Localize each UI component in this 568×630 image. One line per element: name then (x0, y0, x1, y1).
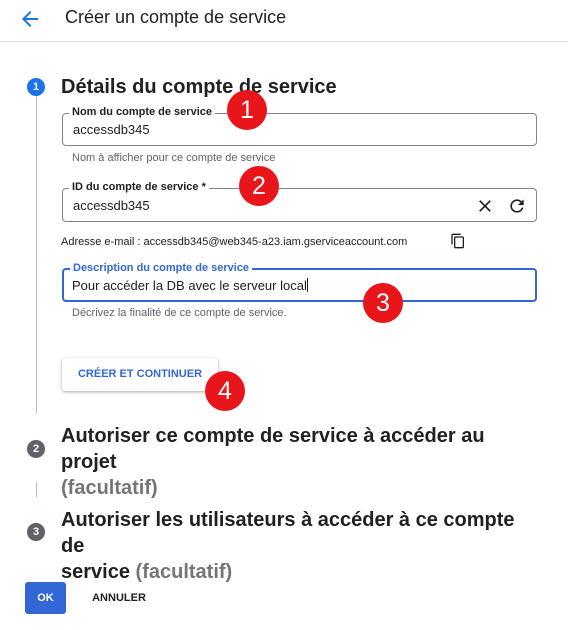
step-3-number: 3 (27, 523, 45, 541)
step-3-title: Autoriser les utilisateurs à accéder à c… (61, 507, 541, 585)
annotation-badge-1: 1 (227, 90, 267, 130)
step-3-title-line2: service (61, 561, 130, 583)
id-field-value: accessdb345 (73, 198, 150, 213)
step-3-optional: (facultatif) (135, 561, 233, 583)
annotation-badge-3: 3 (363, 283, 403, 323)
annotation-badge-2: 2 (239, 166, 279, 206)
description-field[interactable]: Description du compte de service Pour ac… (62, 262, 537, 302)
page-title: Créer un compte de service (65, 7, 287, 27)
stepper-line-2 (36, 482, 37, 497)
stepper-line-1 (36, 96, 37, 413)
ok-button[interactable]: OK (25, 582, 66, 614)
description-field-hint: Décrivez la finalité de ce compte de ser… (72, 307, 287, 319)
name-field[interactable]: Nom du compte de service accessdb345 (62, 106, 537, 146)
name-field-hint: Nom à afficher pour ce compte de service (72, 152, 276, 164)
id-field[interactable]: ID du compte de service * accessdb345 (62, 181, 537, 222)
app-header: Créer un compte de service (0, 0, 568, 42)
email-address: Adresse e-mail : accessdb345@web345-a23.… (61, 236, 408, 248)
description-field-label: Description du compte de service (70, 262, 253, 274)
description-field-value: Pour accéder la DB avec le serveur local (72, 278, 308, 293)
create-and-continue-button[interactable]: CRÉER ET CONTINUER (62, 358, 218, 391)
annotation-badge-4: 4 (205, 371, 245, 411)
step-2-title-text: Autoriser ce compte de service à accéder… (61, 425, 485, 473)
name-field-label: Nom du compte de service (69, 106, 215, 118)
step-2-title: Autoriser ce compte de service à accéder… (61, 423, 541, 501)
step-2-number: 2 (27, 440, 45, 458)
close-icon[interactable] (475, 196, 495, 216)
step-1-number: 1 (27, 78, 45, 96)
arrow-back-icon[interactable] (18, 7, 42, 31)
copy-icon[interactable] (450, 233, 466, 249)
step-1-title: Détails du compte de service (61, 76, 337, 98)
step-3-title-line1: Autoriser les utilisateurs à accéder à c… (61, 509, 515, 557)
cancel-button[interactable]: ANNULER (80, 582, 158, 614)
refresh-icon[interactable] (507, 196, 527, 216)
id-field-label: ID du compte de service * (69, 181, 209, 193)
name-field-value: accessdb345 (73, 122, 150, 137)
step-2-optional: (facultatif) (61, 477, 158, 499)
